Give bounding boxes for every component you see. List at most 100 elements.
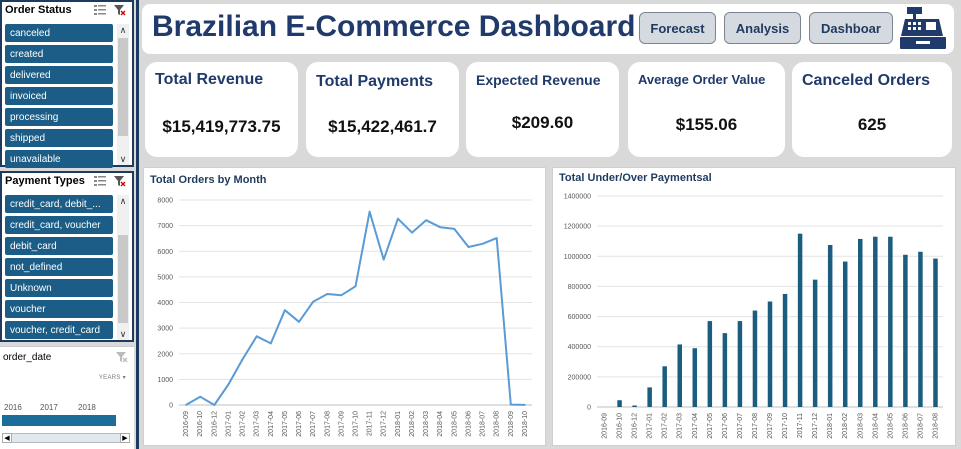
cash-register-icon [900,7,946,49]
multi-select-icon[interactable] [94,4,106,16]
data-point [439,226,442,229]
data-point [453,227,456,230]
x-tick-label: 2018-07 [480,411,487,437]
scroll-left-icon[interactable]: ◀ [2,433,12,443]
scroll-down-icon[interactable]: ∨ [117,153,129,165]
bar-chart-canvas: 0 200000 400000 600000 800000 1000000 1200000 1… [564,194,943,439]
x-tick-label: 2016-12 [632,413,639,439]
scroll-up-icon[interactable]: ∧ [117,195,129,207]
x-tick-label: 2017-07 [737,413,744,439]
timeline-level-dropdown[interactable]: YEARS ▾ [99,374,126,381]
bar [797,233,803,407]
dashboard-button[interactable]: Dashboar [809,12,893,44]
slicer-item-created[interactable]: created [5,45,113,63]
kpi-value: 625 [857,115,887,134]
slicer-item-list: canceled created delivered invoiced proc… [5,24,113,171]
bar [662,366,667,407]
x-tick-label: 2018-07 [917,413,924,439]
slicer-item-delivered[interactable]: delivered [5,66,113,84]
bar [737,321,743,407]
data-point [354,285,357,288]
x-tick-label: 2018-05 [451,411,458,437]
x-tick-label: 2017-10 [353,411,360,437]
kpi-value: $155.06 [675,115,738,134]
x-tick-label: 2017-05 [282,411,289,437]
y-tick-label: 7000 [157,223,173,230]
slicer-item-voucher-credit[interactable]: voucher, credit_card [5,321,113,339]
slicer-item-credit-voucher[interactable]: credit_card, voucher [5,216,113,234]
x-tick-label: 2017-01 [647,413,654,439]
slicer-item-processing[interactable]: processing [5,108,113,126]
y-tick-label: 1000000 [564,254,591,261]
slicer-item-canceled[interactable]: canceled [5,24,113,42]
bar [842,261,848,407]
x-tick-label: 2018-08 [932,413,939,439]
slicer-item-invoiced[interactable]: invoiced [5,87,113,105]
x-tick-label: 2017-07 [310,411,317,437]
data-point [326,293,329,295]
slicer-scrollbar[interactable]: ∧ ∨ [117,195,129,340]
forecast-button[interactable]: Forecast [639,12,716,44]
data-point [382,258,385,261]
timeline-scrollbar[interactable]: ◀ ▶ [2,433,130,443]
x-tick-label: 2017-03 [677,413,684,439]
x-tick-label: 2017-01 [225,411,232,437]
scroll-down-icon[interactable]: ∨ [117,328,129,340]
slicer-header: Order Status [2,2,132,18]
x-tick-label: 2018-08 [494,411,501,437]
slicer-item-shipped[interactable]: shipped [5,129,113,147]
dashboard-header: Brazilian E-Commerce Dashboard Forecast … [142,4,954,54]
bar [617,400,622,407]
slicer-item-unknown[interactable]: Unknown [5,279,113,297]
bar [767,301,773,407]
panel-divider [136,0,139,449]
data-point [481,242,484,245]
bar [677,344,682,407]
slicer-title: Payment Types [5,175,85,187]
x-tick-label: 2018-02 [842,413,849,439]
clear-filter-icon[interactable] [114,175,126,187]
y-tick-label: 1400000 [564,194,591,201]
bar [933,258,938,407]
x-tick-label: 2017-12 [381,411,388,437]
x-tick-label: 2016-09 [602,413,609,439]
x-tick-label: 2018-03 [423,411,430,437]
data-point [368,210,371,213]
bar [752,310,758,407]
bar [632,405,637,407]
bar [903,254,908,407]
data-point [411,231,413,234]
bar [707,321,713,407]
slicer-header: Payment Types [2,173,132,189]
clear-filter-icon[interactable] [116,351,128,363]
scroll-right-icon[interactable]: ▶ [120,433,130,443]
bar [873,236,878,407]
y-tick-label: 0 [587,405,591,412]
scroll-thumb[interactable] [118,38,128,136]
y-tick-label: 2000 [157,351,173,358]
clear-filter-icon[interactable] [114,4,126,16]
slicer-item-unavailable[interactable]: unavailable [5,150,113,168]
x-tick-label: 2016-10 [617,413,624,439]
slicer-item-not-defined[interactable]: not_defined [5,258,113,276]
scroll-thumb[interactable] [118,235,128,323]
kpi-label: Average Order Value [638,72,766,87]
slicer-item-debit-card[interactable]: debit_card [5,237,113,255]
analysis-button[interactable]: Analysis [724,12,801,44]
under-over-payments-chart[interactable]: 0 200000 400000 600000 800000 1000000 1200000 1… [552,167,956,446]
kpi-label: Expected Revenue [476,72,601,88]
x-tick-label: 2017-04 [268,411,275,437]
data-point [467,246,470,248]
scroll-up-icon[interactable]: ∧ [117,24,129,36]
multi-select-icon[interactable] [94,175,106,187]
slicer-scrollbar[interactable]: ∧ ∨ [117,24,129,165]
slicer-item-credit-debit[interactable]: credit_card, debit_... [5,195,113,213]
kpi-label: Total Payments [316,73,434,90]
timeline-selection-bar[interactable] [2,415,116,426]
data-point [227,383,230,386]
orders-by-month-chart[interactable]: 0 1000 2000 3000 4000 5000 6000 7000 8000 2016-09… [143,167,546,446]
y-tick-label: 400000 [568,344,591,351]
line-chart-canvas: 0 1000 2000 3000 4000 5000 6000 7000 8000 2016-09… [157,198,532,437]
slicer-item-voucher[interactable]: voucher [5,300,113,318]
x-tick-label: 2018-01 [395,411,402,437]
